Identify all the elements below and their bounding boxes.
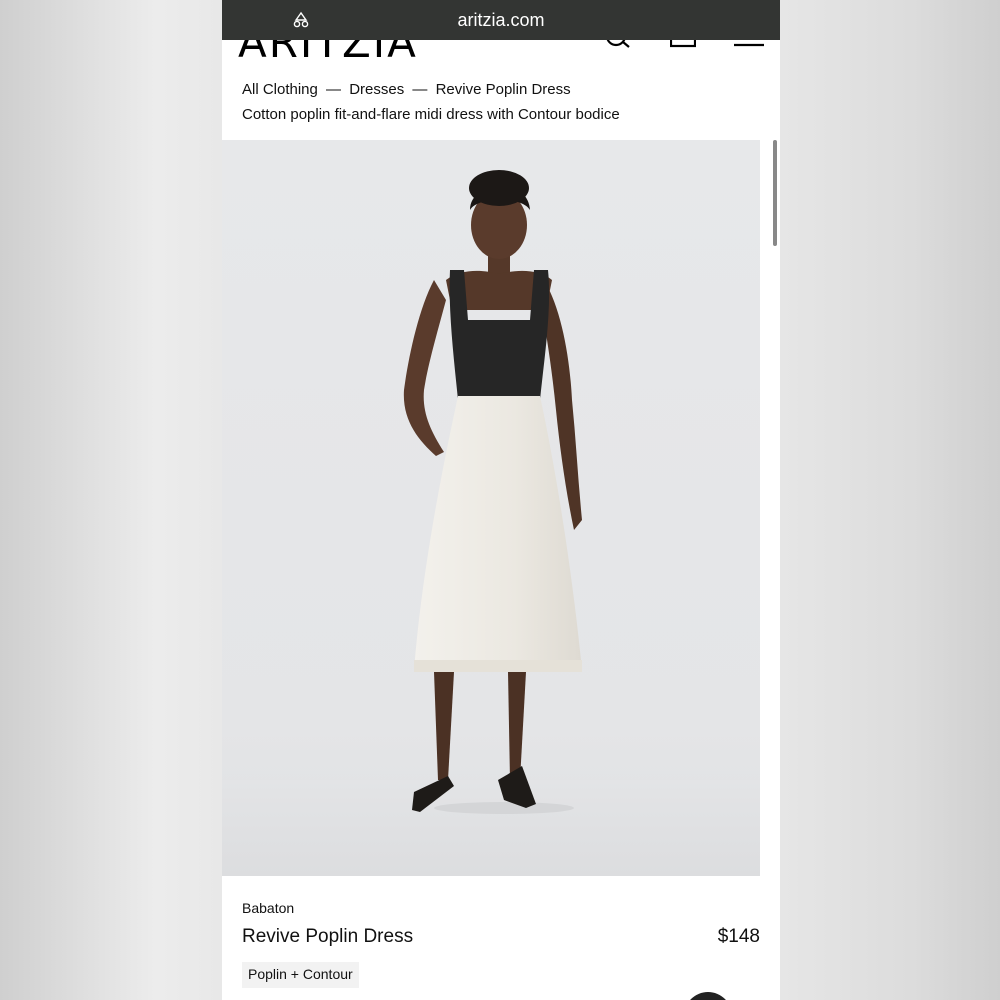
scrollbar-thumb[interactable] [773, 140, 777, 246]
product-brand[interactable]: Babaton [242, 900, 294, 916]
url-text[interactable]: aritzia.com [457, 10, 544, 31]
page-background-left [0, 0, 222, 1000]
search-icon[interactable] [606, 40, 632, 48]
breadcrumb-separator: — [412, 81, 428, 98]
site-header: ARITZIA [222, 40, 780, 70]
product-subtitle: Cotton poplin fit-and-flare midi dress w… [242, 106, 620, 123]
menu-icon[interactable] [734, 40, 764, 48]
product-tag: Poplin + Contour [242, 962, 359, 988]
product-info: Babaton Revive Poplin Dress $148 Poplin … [242, 876, 760, 1000]
breadcrumb-dresses[interactable]: Dresses [349, 81, 404, 98]
model-photo [222, 170, 760, 876]
product-price: $148 [717, 926, 760, 947]
breadcrumb-separator: — [326, 81, 342, 98]
reader-icon[interactable] [292, 11, 310, 29]
product-image[interactable] [222, 140, 760, 876]
page-background-right [780, 0, 1000, 1000]
site-logo[interactable]: ARITZIA [238, 40, 418, 67]
bag-icon[interactable] [670, 40, 696, 48]
breadcrumb: All Clothing — Dresses — Revive Poplin D… [242, 81, 571, 98]
breadcrumb-all-clothing[interactable]: All Clothing [242, 81, 318, 98]
product-name: Revive Poplin Dress [242, 926, 414, 947]
scrollbar-track[interactable] [760, 140, 780, 876]
phone-screen: aritzia.com ARITZIA All Clothing — Dress… [222, 0, 780, 1000]
browser-url-bar[interactable]: aritzia.com [222, 0, 780, 40]
breadcrumb-current: Revive Poplin Dress [435, 81, 571, 98]
